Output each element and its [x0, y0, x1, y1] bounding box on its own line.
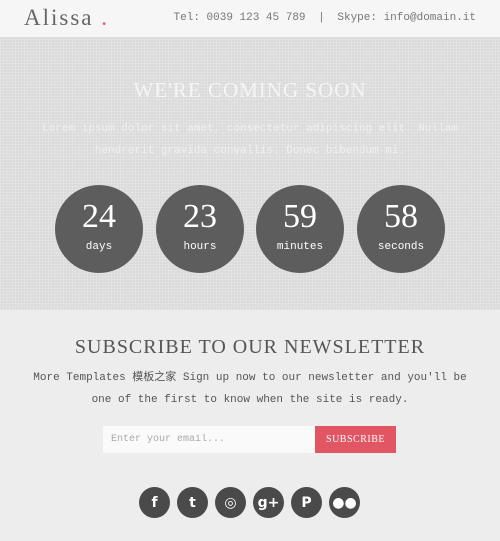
countdown-minutes: 59 minutes	[256, 185, 344, 273]
facebook-icon[interactable]: f	[139, 487, 170, 518]
google-plus-glyph: g+	[257, 494, 280, 511]
skype-text: Skype: info@domain.it	[337, 12, 476, 24]
facebook-glyph: f	[151, 494, 158, 511]
flickr-glyph: ●●	[332, 494, 357, 511]
social-links: f t ◎ g+ P ●●	[0, 487, 500, 518]
flickr-icon[interactable]: ●●	[329, 487, 360, 518]
google-plus-icon[interactable]: g+	[253, 487, 284, 518]
countdown-days-value: 24	[82, 198, 116, 235]
newsletter-title: SUBSCRIBE TO OUR NEWSLETTER	[74, 336, 426, 358]
email-input[interactable]	[103, 426, 315, 453]
countdown-timer: 24 days 23 hours 59 minutes 58 seconds	[0, 185, 500, 273]
countdown-days: 24 days	[55, 185, 143, 273]
countdown-seconds-label: seconds	[377, 241, 425, 253]
twitter-glyph: t	[189, 494, 196, 511]
pinterest-glyph: P	[301, 494, 312, 511]
countdown-seconds-value: 58	[384, 198, 418, 235]
countdown-hours: 23 hours	[156, 185, 244, 273]
hero-title: WE'RE COMING SOON	[133, 78, 367, 102]
newsletter-text: More Templates 模板之家 Sign up now to our n…	[33, 372, 467, 406]
site-logo[interactable]: Alissa .	[24, 5, 109, 31]
contact-separator: |	[318, 12, 325, 24]
twitter-icon[interactable]: t	[177, 487, 208, 518]
countdown-minutes-value: 59	[283, 198, 317, 235]
dribbble-glyph: ◎	[224, 494, 237, 511]
countdown-seconds: 58 seconds	[357, 185, 445, 273]
countdown-hours-value: 23	[183, 198, 217, 235]
subscribe-button[interactable]: SUBSCRIBE	[315, 426, 396, 453]
brand-dot: .	[101, 5, 109, 30]
phone-text: Tel: 0039 123 45 789	[173, 12, 306, 24]
countdown-hours-label: hours	[183, 241, 217, 253]
countdown-days-label: days	[85, 241, 113, 253]
dribbble-icon[interactable]: ◎	[215, 487, 246, 518]
contact-info: Tel: 0039 123 45 789 | Skype: info@domai…	[174, 12, 476, 24]
brand-name: Alissa	[24, 5, 94, 30]
hero-text: Lorem ipsum dolor sit amet, consectetur …	[42, 123, 458, 157]
pinterest-icon[interactable]: P	[291, 487, 322, 518]
header: Alissa . Tel: 0039 123 45 789 | Skype: i…	[0, 0, 500, 38]
hero-section: WE'RE COMING SOON Lorem ipsum dolor sit …	[0, 38, 500, 310]
countdown-minutes-label: minutes	[276, 241, 324, 253]
